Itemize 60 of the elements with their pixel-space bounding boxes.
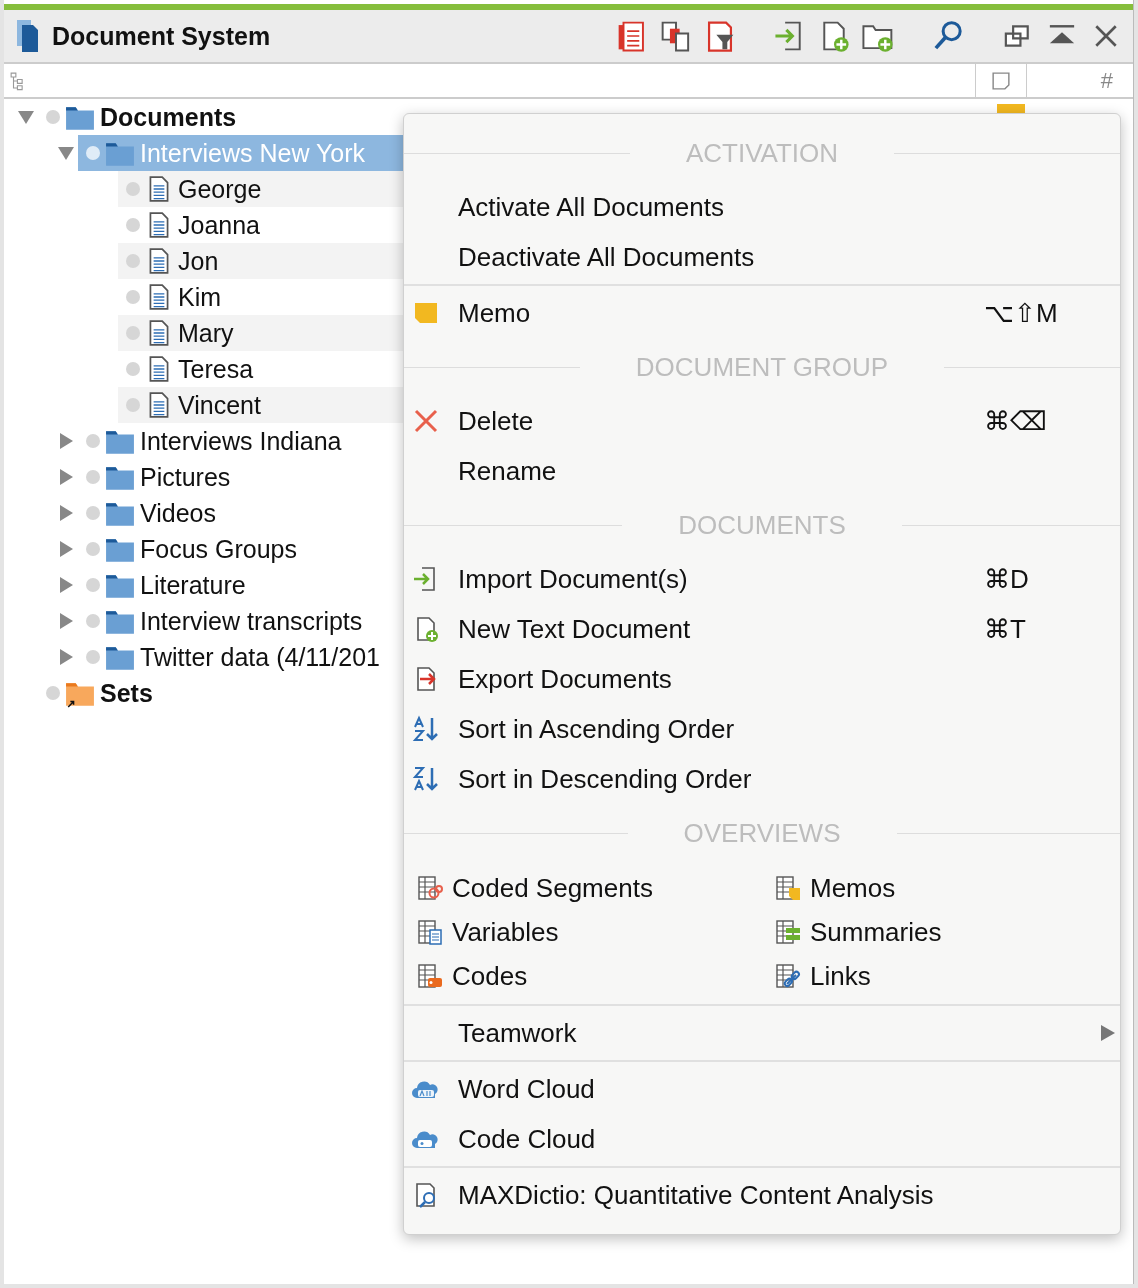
expand-triangle-icon[interactable] [57, 432, 75, 450]
expand-triangle-icon[interactable] [57, 648, 75, 666]
status-dot[interactable] [126, 362, 140, 376]
collapse-triangle-icon[interactable] [57, 144, 75, 162]
status-dot[interactable] [86, 650, 100, 664]
expand-triangle-icon[interactable] [57, 468, 75, 486]
table-icon [416, 918, 444, 946]
table-icon [774, 962, 802, 990]
menu-section-header: ACTIVATION [684, 137, 840, 169]
sort-descending-icon [412, 765, 440, 793]
window-title: Document System [52, 21, 271, 51]
expand-triangle-icon[interactable] [57, 576, 75, 594]
sort-ascending-icon [412, 715, 440, 743]
status-dot[interactable] [126, 218, 140, 232]
menu-item[interactable]: Deactivate All Documents [404, 232, 1120, 282]
menu-section-header: DOCUMENT GROUP [634, 351, 890, 383]
tree-item[interactable]: Videos [78, 495, 452, 531]
table-icon [774, 918, 802, 946]
close-icon [412, 407, 440, 435]
status-dot[interactable] [126, 290, 140, 304]
tree-item[interactable]: Teresa [118, 351, 492, 387]
menu-item[interactable]: Variables [416, 910, 774, 954]
menu-item[interactable]: Activate All Documents [404, 182, 1120, 232]
status-dot[interactable] [86, 542, 100, 556]
column-header[interactable]: # [1100, 67, 1113, 94]
submenu-arrow-icon [1100, 1024, 1116, 1042]
menu-section-header: OVERVIEWS [682, 817, 842, 849]
menu-item[interactable]: Memos [774, 866, 1120, 910]
status-dot[interactable] [126, 182, 140, 196]
menu-item[interactable]: MAXDictio: Quantitative Content Analysis [404, 1170, 1120, 1220]
menu-item[interactable]: Code Cloud [404, 1114, 1120, 1164]
status-dot[interactable] [46, 110, 60, 124]
tree-item[interactable]: Documents [38, 99, 412, 135]
expand-triangle-icon[interactable] [57, 612, 75, 630]
status-dot[interactable] [86, 614, 100, 628]
menu-item[interactable]: Sort in Descending Order [404, 754, 1120, 804]
collapse-triangle-icon[interactable] [17, 108, 35, 126]
status-dot[interactable] [86, 578, 100, 592]
menu-item[interactable]: Word Cloud [404, 1064, 1120, 1114]
status-dot[interactable] [86, 506, 100, 520]
menu-section-header: DOCUMENTS [677, 509, 847, 541]
status-dot[interactable] [126, 326, 140, 340]
menu-item[interactable]: Memo ⌥⇧M [404, 288, 1120, 338]
status-dot[interactable] [86, 470, 100, 484]
status-dot[interactable] [126, 398, 140, 412]
menu-item[interactable]: Links [774, 954, 1120, 998]
memo-column-icon [990, 69, 1012, 92]
expand-triangle-icon[interactable] [57, 504, 75, 522]
table-icon [774, 874, 802, 902]
menu-item[interactable]: Summaries [774, 910, 1120, 954]
menu-item[interactable]: Teamwork [404, 1008, 1120, 1058]
table-icon [416, 962, 444, 990]
status-dot[interactable] [126, 254, 140, 268]
menu-item[interactable]: Codes [416, 954, 774, 998]
menu-item[interactable]: Coded Segments [416, 866, 774, 910]
status-dot[interactable] [86, 434, 100, 448]
status-dot[interactable] [86, 146, 100, 160]
table-icon [416, 874, 444, 902]
expand-triangle-icon[interactable] [57, 540, 75, 558]
status-dot[interactable] [46, 686, 60, 700]
